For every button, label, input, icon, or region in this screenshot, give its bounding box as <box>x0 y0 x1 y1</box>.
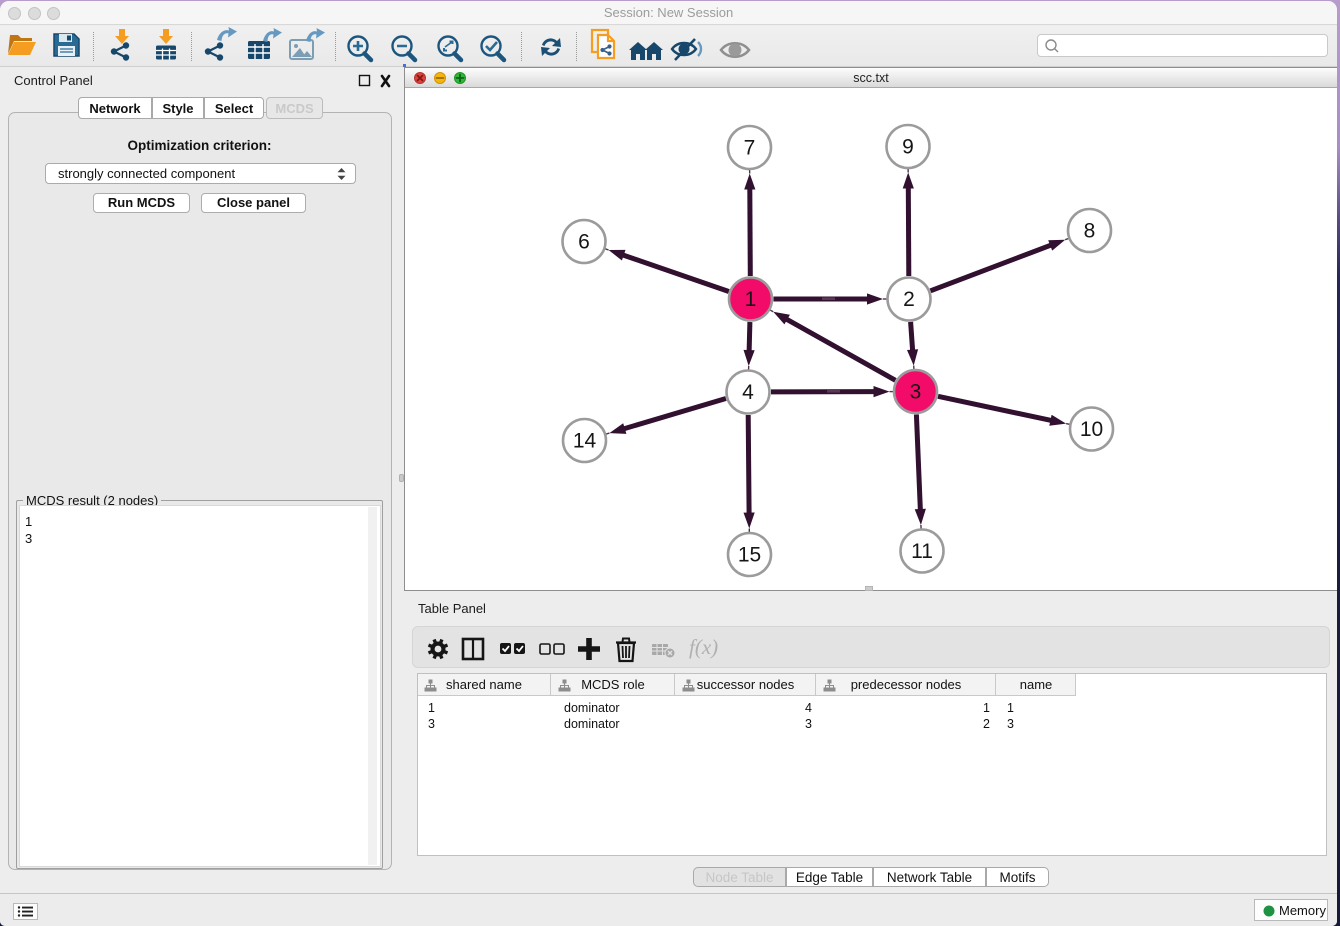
svg-text:4: 4 <box>742 381 754 404</box>
svg-text:14: 14 <box>573 430 597 453</box>
svg-text:8: 8 <box>1084 220 1096 243</box>
svg-text:1: 1 <box>745 288 757 311</box>
svg-text:10: 10 <box>1080 418 1103 441</box>
svg-text:6: 6 <box>578 231 590 254</box>
svg-text:7: 7 <box>744 137 756 160</box>
svg-text:11: 11 <box>911 540 933 563</box>
svg-text:3: 3 <box>910 381 922 404</box>
svg-text:9: 9 <box>902 136 914 159</box>
svg-text:2: 2 <box>903 288 915 311</box>
svg-text:15: 15 <box>738 544 761 567</box>
